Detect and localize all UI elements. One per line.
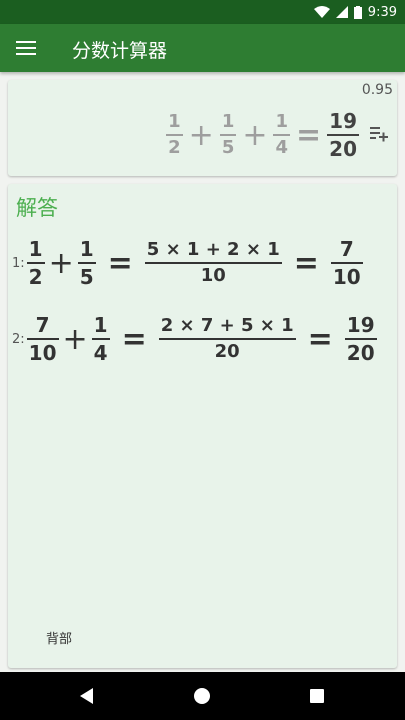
equals-sign: = <box>121 321 147 357</box>
add-to-list-icon[interactable] <box>369 124 389 142</box>
navigation-bar <box>0 672 405 720</box>
denominator: 20 <box>329 137 357 161</box>
fraction-bar <box>144 262 282 264</box>
decimal-value: 0.95 <box>361 82 393 98</box>
denominator: 5 <box>79 265 94 289</box>
fraction-bar <box>327 134 359 136</box>
recent-apps-icon[interactable] <box>310 689 324 703</box>
numerator: 1 <box>275 111 289 133</box>
denominator: 4 <box>93 341 108 365</box>
input-fraction-1: 1 2 <box>166 112 183 158</box>
numerator: 5 × 1 + 2 × 1 <box>146 239 280 261</box>
step-fraction: 1 5 <box>77 237 96 289</box>
solution-step: 1: 1 2 + 1 5 = 5 × 1 + 2 × 1 10 = 7 10 <box>12 238 363 288</box>
step-intermediate-fraction: 5 × 1 + 2 × 1 10 <box>144 239 282 286</box>
equals-sign: = <box>293 245 319 281</box>
step-intermediate-fraction: 2 × 7 + 5 × 1 20 <box>158 315 296 362</box>
fraction-bar <box>91 338 110 340</box>
battery-icon <box>353 5 362 19</box>
denominator: 5 <box>221 137 235 158</box>
app-bar: 分数计算器 <box>0 24 405 72</box>
signal-icon <box>335 6 348 18</box>
numerator: 1 <box>221 111 235 133</box>
denominator: 10 <box>332 265 361 289</box>
step-result-fraction: 7 10 <box>330 237 363 289</box>
denominator: 2 <box>168 137 181 158</box>
fraction-bar <box>77 262 96 264</box>
solution-card: 解答 1: 1 2 + 1 5 = 5 × 1 + 2 × 1 10 = 7 1… <box>8 184 397 668</box>
back-icon[interactable] <box>80 688 93 704</box>
numerator: 1 <box>28 237 43 261</box>
step-fraction: 1 4 <box>91 313 110 365</box>
status-bar: 9:39 <box>0 0 405 24</box>
equals-sign: = <box>107 245 133 281</box>
plus-operator: + <box>242 117 268 153</box>
home-icon[interactable] <box>194 688 210 704</box>
wifi-icon <box>313 6 330 18</box>
step-result-fraction: 19 20 <box>344 313 377 365</box>
numerator: 7 <box>35 313 50 337</box>
expression-card[interactable]: 0.95 1 2 + 1 5 + 1 4 = 19 20 <box>8 80 397 176</box>
fraction-bar <box>26 338 59 340</box>
fraction-bar <box>26 262 45 264</box>
solution-step: 2: 7 10 + 1 4 = 2 × 7 + 5 × 1 20 = 19 20 <box>12 314 377 364</box>
input-fraction-3: 1 4 <box>273 111 291 158</box>
back-label[interactable]: 背部 <box>46 628 72 647</box>
result-fraction: 19 20 <box>327 110 359 160</box>
app-title: 分数计算器 <box>72 40 168 62</box>
fraction-bar <box>273 134 291 136</box>
fraction-bar <box>219 134 237 136</box>
denominator: 10 <box>200 265 226 286</box>
input-fraction-2: 1 5 <box>219 111 237 158</box>
denominator: 4 <box>275 137 289 158</box>
step-fraction: 1 2 <box>26 237 45 289</box>
fraction-bar <box>166 134 183 136</box>
plus-operator: + <box>188 117 214 153</box>
solution-heading: 解答 <box>16 196 58 220</box>
step-fraction: 7 10 <box>26 313 59 365</box>
denominator: 20 <box>346 341 375 365</box>
numerator: 1 <box>93 313 108 337</box>
denominator: 20 <box>214 341 240 362</box>
fraction-bar <box>158 338 296 340</box>
numerator: 19 <box>329 109 357 133</box>
numerator: 19 <box>346 313 375 337</box>
plus-operator: + <box>62 321 88 357</box>
equals-sign: = <box>296 117 322 153</box>
plus-operator: + <box>48 245 74 281</box>
step-index: 1: <box>12 255 25 271</box>
denominator: 2 <box>28 265 43 289</box>
fraction-bar <box>330 262 363 264</box>
numerator: 7 <box>339 237 354 261</box>
numerator: 1 <box>79 237 94 261</box>
step-index: 2: <box>12 331 25 347</box>
fraction-bar <box>344 338 377 340</box>
numerator: 2 × 7 + 5 × 1 <box>160 315 294 337</box>
numerator: 1 <box>168 111 181 133</box>
equals-sign: = <box>307 321 333 357</box>
denominator: 10 <box>28 341 57 365</box>
status-time: 9:39 <box>367 4 397 20</box>
expression: 1 2 + 1 5 + 1 4 = 19 20 <box>166 110 359 160</box>
menu-icon[interactable] <box>16 37 38 59</box>
